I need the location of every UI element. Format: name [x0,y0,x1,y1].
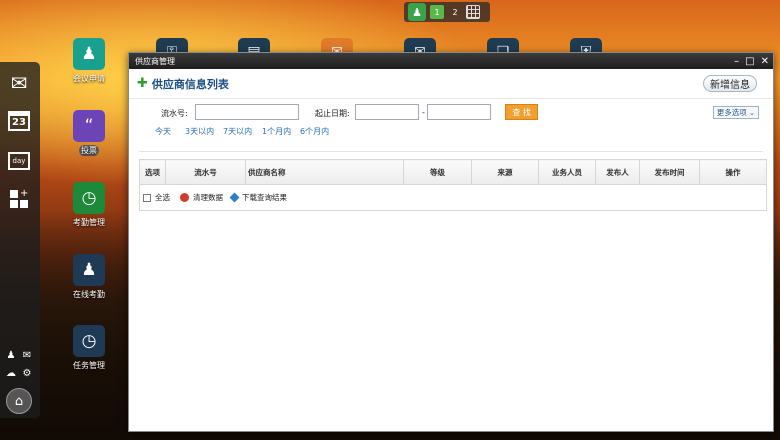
day-text: day [8,152,30,170]
col-supplier-name[interactable]: 供应商名称 [245,159,404,185]
meeting-icon: ♟ [73,38,105,70]
start-date-input[interactable] [355,104,419,120]
clear-data-icon[interactable] [180,193,189,202]
minimize-icon[interactable]: – [734,56,739,67]
more-options-button[interactable]: 更多选项 ⌄ [712,106,759,119]
supplier-management-window: 供应商管理 – □ ✕ ✚ 供应商信息列表 新增信息 流水号: 起止日期: - … [128,52,774,432]
table-header-row: 选项 流水号 供应商名称 等级 来源 业务人员 发布人 发布时间 操作 [139,159,767,185]
col-level[interactable]: 等级 [403,159,472,185]
cloud-small-icon[interactable]: ☁ [4,366,18,380]
desktop-icon-meeting[interactable]: ♟ 会议申请 [64,38,114,84]
select-all-label[interactable]: 全选 [155,192,170,203]
divider [139,151,763,152]
vote-icon: “ [73,110,105,142]
col-publish-time[interactable]: 发布时间 [639,159,700,185]
select-all-checkbox[interactable] [143,193,151,202]
day-icon[interactable]: day [5,148,33,174]
settings-small-icon[interactable]: ⚙ [20,366,34,380]
desktop-icon-label: 任务管理 [73,361,105,370]
mail-icon[interactable]: ✉ [5,70,33,96]
download-results-link[interactable]: 下载查询结果 [242,192,287,203]
search-button[interactable]: 查 找 [505,104,538,120]
col-salesperson[interactable]: 业务人员 [538,159,596,185]
message-small-icon[interactable]: ✉ [20,348,34,362]
table-footer: 全选 清理数据 下载查询结果 [139,185,767,211]
desktop-icon-vote[interactable]: “ 投票 [64,110,114,156]
desktop-icon-label: 在线考勤 [73,290,105,299]
clock-icon: ◷ [73,182,105,214]
filter-panel: 流水号: 起止日期: - 查 找 更多选项 ⌄ 今天 3天以内 7天以内 1个月… [129,99,773,151]
supplier-table: 选项 流水号 供应商名称 等级 来源 业务人员 发布人 发布时间 操作 [139,159,767,185]
end-date-input[interactable] [427,104,491,120]
desktop-icon-label: 会议申请 [73,74,105,83]
left-dock: ✉ 23 day + ♟ ✉ ☁ ⚙ ⌂ [0,62,40,418]
col-source[interactable]: 来源 [471,159,539,185]
quick-range-3days[interactable]: 3天以内 [185,126,214,137]
chevron-down-icon: ⌄ [748,108,755,117]
top-taskbar: ♟ 1 2 [404,2,490,22]
people-app-icon[interactable]: ♟ [408,3,426,21]
window-title: 供应商管理 [135,56,175,66]
task-clock-icon: ◷ [73,325,105,357]
desktop-icon-label: 投票 [79,145,99,156]
date-separator: - [422,108,425,117]
add-info-button[interactable]: 新增信息 [703,75,757,92]
serial-label: 流水号: [161,109,188,118]
page-title: 供应商信息列表 [151,77,229,91]
col-actions: 操作 [699,159,767,185]
calendar-day: 23 [8,111,30,131]
plus-icon: ✚ [137,76,148,91]
desktop-icon-task[interactable]: ◷ 任务管理 [64,325,114,371]
app-grid-icon[interactable] [466,5,480,19]
list-header: ✚ 供应商信息列表 新增信息 [129,69,773,99]
calendar-icon[interactable]: 23 [5,108,33,134]
download-icon[interactable] [229,192,240,203]
more-options-label: 更多选项 [716,108,747,117]
add-app-icon[interactable]: + [5,186,33,212]
desktop-icon-label: 考勤管理 [73,218,105,227]
quick-range-today[interactable]: 今天 [155,126,171,137]
home-icon[interactable]: ⌂ [6,388,32,414]
user-icon: ♟ [73,254,105,286]
window-titlebar[interactable]: 供应商管理 – □ ✕ [129,53,773,69]
desktop-icon-online-attendance[interactable]: ♟ 在线考勤 [64,254,114,300]
contacts-small-icon[interactable]: ♟ [4,348,18,362]
col-publisher[interactable]: 发布人 [595,159,640,185]
desktop-page-1[interactable]: 1 [430,5,444,19]
desktop-page-2[interactable]: 2 [448,5,462,19]
quick-range-1month[interactable]: 1个月内 [262,126,291,137]
maximize-icon[interactable]: □ [745,56,754,67]
date-range-label: 起止日期: [315,109,350,118]
close-icon[interactable]: ✕ [761,56,769,67]
col-serial[interactable]: 流水号 [165,159,246,185]
col-option: 选项 [139,159,166,185]
quick-range-7days[interactable]: 7天以内 [223,126,252,137]
quick-range-6months[interactable]: 6个月内 [300,126,329,137]
serial-number-input[interactable] [195,104,299,120]
desktop-icon-attendance[interactable]: ◷ 考勤管理 [64,182,114,228]
clear-data-link[interactable]: 清理数据 [193,192,223,203]
